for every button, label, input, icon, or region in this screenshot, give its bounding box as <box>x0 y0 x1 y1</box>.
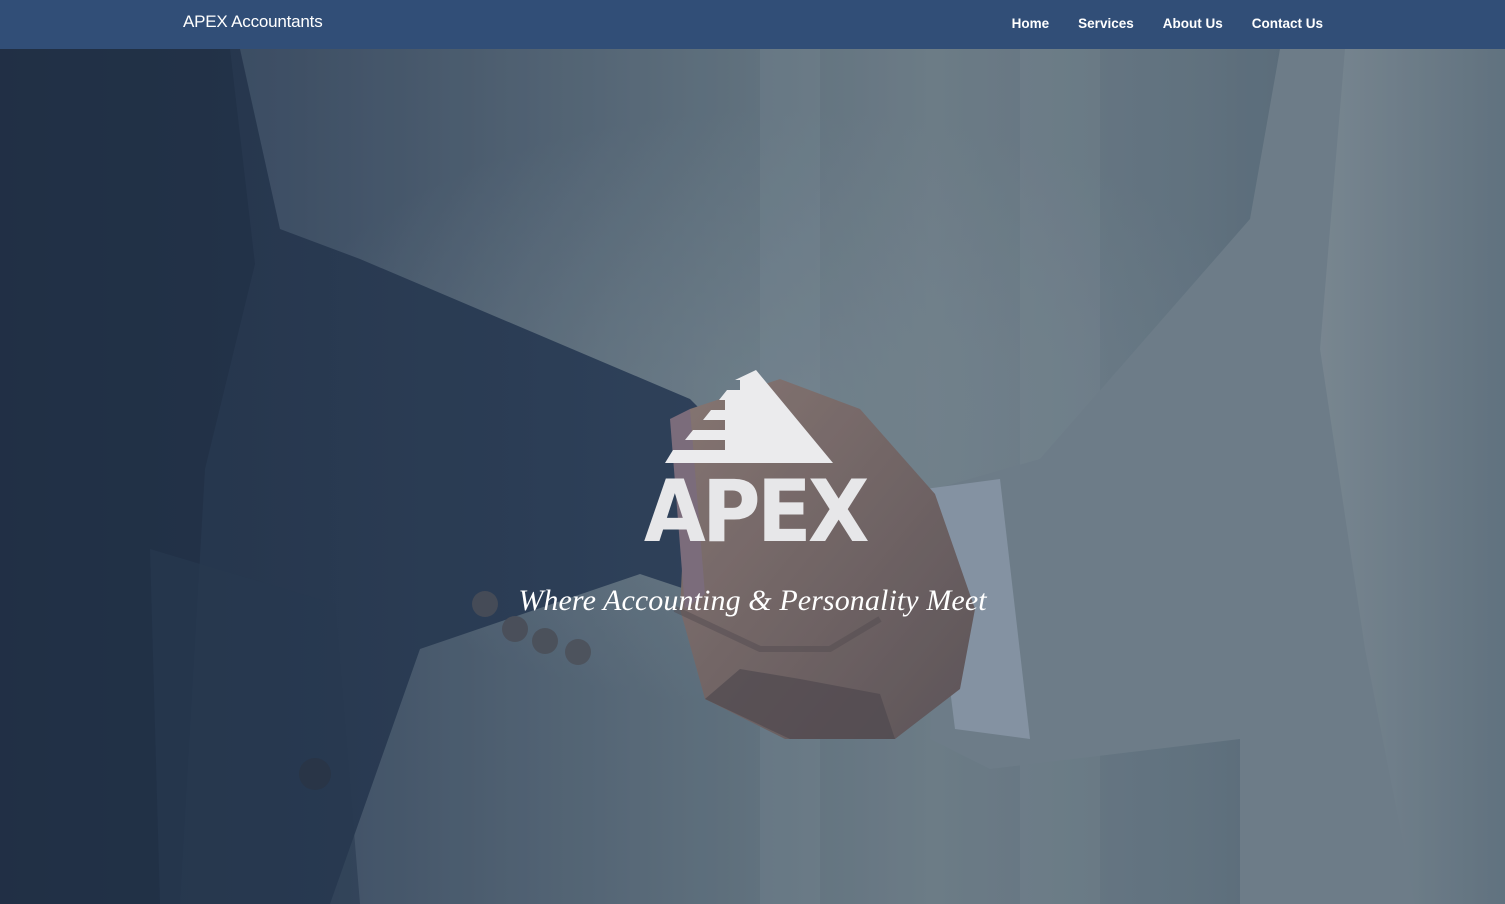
top-navbar: APEX Accountants Home Services About Us … <box>0 0 1505 49</box>
nav-link-contact-us[interactable]: Contact Us <box>1252 16 1323 31</box>
nav-link-about-us[interactable]: About Us <box>1163 16 1223 31</box>
nav-menu: Home Services About Us Contact Us <box>1012 16 1323 31</box>
pyramid-logo-icon <box>665 370 833 463</box>
nav-link-services[interactable]: Services <box>1078 16 1134 31</box>
nav-link-home[interactable]: Home <box>1012 16 1050 31</box>
apex-logo: APEX <box>636 367 870 562</box>
apex-logo-text: APEX <box>643 462 870 562</box>
hero-section: APEX Where Accounting & Personality Meet <box>0 49 1505 904</box>
brand-link[interactable]: APEX Accountants <box>183 12 323 32</box>
hero-tagline: Where Accounting & Personality Meet <box>518 584 987 617</box>
